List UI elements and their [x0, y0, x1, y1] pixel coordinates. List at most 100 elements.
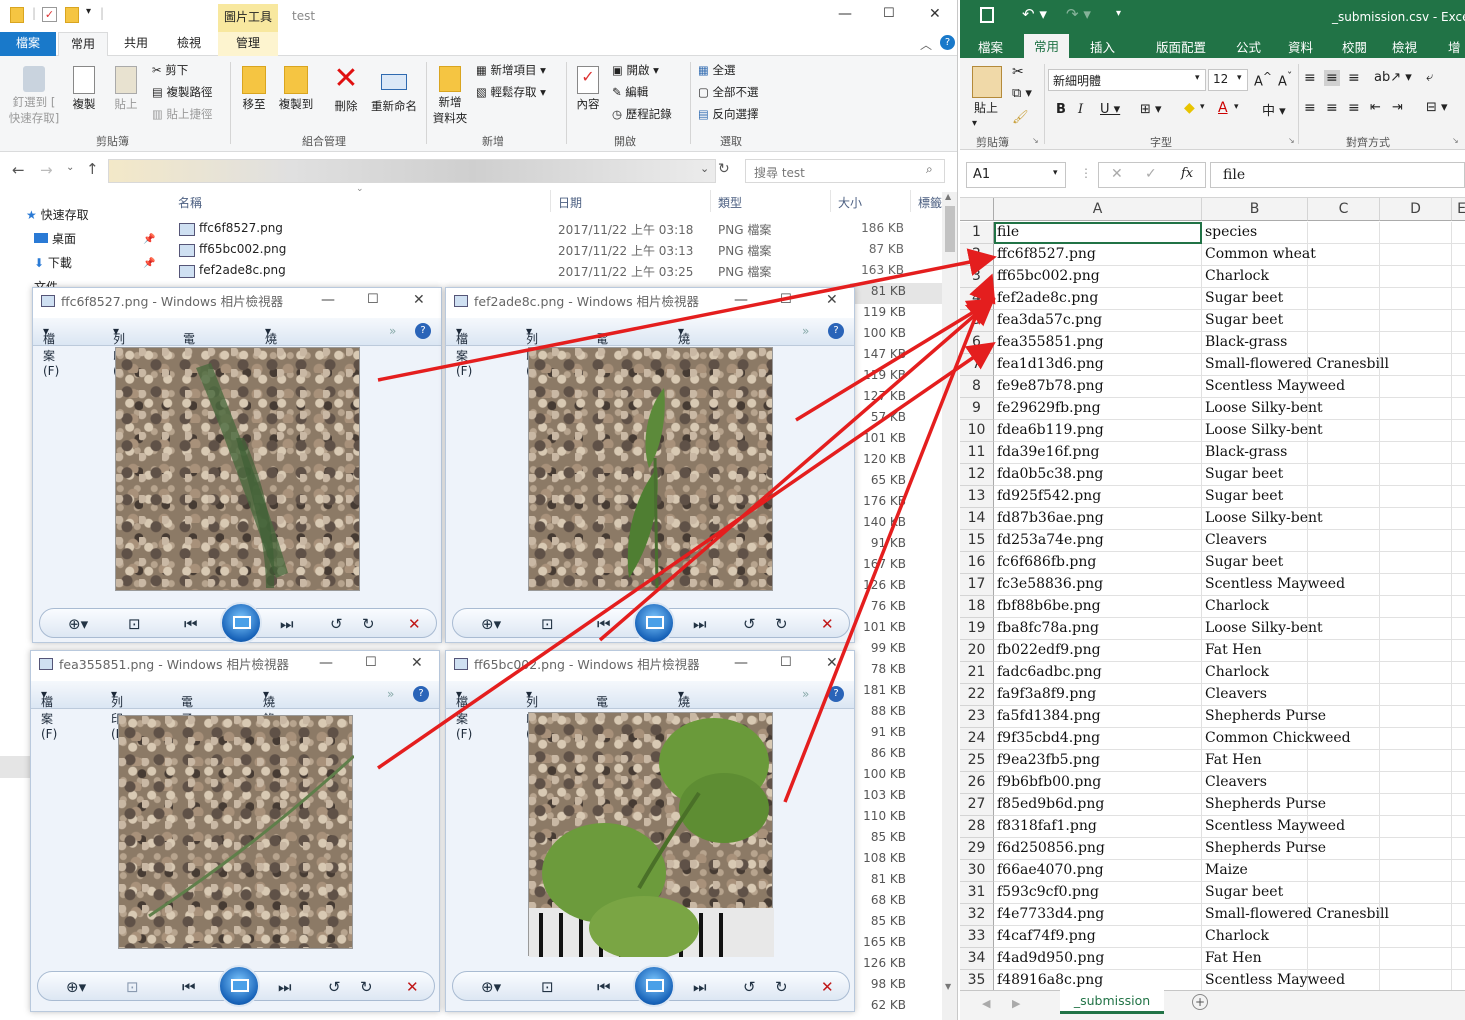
pin-quick-access-button[interactable]: 釘選到 [ 快速存取]: [6, 66, 62, 126]
row-header[interactable]: 27: [960, 794, 994, 816]
cell-file[interactable]: fdea6b119.png: [994, 420, 1202, 442]
cell-empty[interactable]: [1452, 486, 1465, 508]
zoom-icon[interactable]: ⊕▾: [481, 615, 501, 633]
cell-file[interactable]: fba8fc78a.png: [994, 618, 1202, 640]
row-header[interactable]: 12: [960, 464, 994, 486]
cell-species[interactable]: Sugar beet: [1202, 552, 1308, 574]
cell-empty[interactable]: [1380, 332, 1452, 354]
file-row[interactable]: ffc6f8527.png 2017/11/22 上午 03:18 PNG 檔案…: [176, 220, 916, 241]
undo-icon[interactable]: ↶ ▾: [1022, 5, 1047, 23]
help-icon[interactable]: ?: [413, 686, 429, 702]
nav-downloads[interactable]: ⬇ 下載: [34, 254, 72, 271]
cell-species[interactable]: Loose Silky-bent: [1202, 398, 1323, 420]
cell-empty[interactable]: [1380, 486, 1452, 508]
cell-empty[interactable]: [1452, 640, 1465, 662]
menu-file[interactable]: 檔案(F) ▾: [41, 687, 57, 741]
quick-access-dropdown-icon[interactable]: ▾: [86, 6, 91, 17]
cell-empty[interactable]: [1380, 772, 1452, 794]
cancel-icon[interactable]: ✕: [1111, 166, 1123, 182]
cell-empty[interactable]: [1308, 684, 1380, 706]
cell-species[interactable]: Small-flowered Cranesbill: [1202, 904, 1389, 926]
cell-empty[interactable]: [1308, 376, 1380, 398]
row-header[interactable]: 32: [960, 904, 994, 926]
wrap-text-icon[interactable]: ⤶: [1426, 70, 1433, 85]
help-icon[interactable]: ?: [828, 686, 844, 702]
column-header-E[interactable]: E: [1452, 198, 1465, 221]
cell-species[interactable]: Charlock: [1202, 266, 1308, 288]
cell-empty[interactable]: [1380, 530, 1452, 552]
menu-burn[interactable]: 燒錄(U) ▾: [678, 324, 696, 378]
paste-label[interactable]: 貼上: [974, 99, 998, 116]
merge-center-icon[interactable]: ⊟ ▾: [1426, 100, 1448, 115]
align-right-icon[interactable]: ≡: [1348, 100, 1360, 116]
cell-file[interactable]: fda0b5c38.png: [994, 464, 1202, 486]
file-row[interactable]: fef2ade8c.png 2017/11/22 上午 03:25 PNG 檔案…: [176, 262, 916, 283]
cell-species[interactable]: Loose Silky-bent: [1202, 420, 1323, 442]
row-header[interactable]: 10: [960, 420, 994, 442]
rotate-right-icon[interactable]: ↻: [360, 978, 373, 996]
insert-function-icon[interactable]: fx: [1181, 166, 1193, 181]
excel-tab-0[interactable]: 檔案: [978, 37, 1003, 56]
maximize-button[interactable]: ☐: [367, 292, 379, 307]
cell-file[interactable]: fd925f542.png: [994, 486, 1202, 508]
increase-indent-icon[interactable]: ⇥: [1392, 100, 1403, 115]
underline-icon[interactable]: U ▾: [1100, 102, 1120, 117]
cell-empty[interactable]: [1308, 794, 1380, 816]
maximize-button[interactable]: ☐: [780, 655, 792, 670]
row-header[interactable]: 11: [960, 442, 994, 464]
cell-species[interactable]: Sugar beet: [1202, 288, 1308, 310]
menu-print[interactable]: 列印(P) ▾: [526, 687, 543, 741]
more-chevron-icon[interactable]: »: [389, 324, 396, 338]
cell-empty[interactable]: [1308, 728, 1380, 750]
cell-file[interactable]: f8318faf1.png: [994, 816, 1202, 838]
row-header[interactable]: 34: [960, 948, 994, 970]
cell-empty[interactable]: [1308, 552, 1380, 574]
cell-file[interactable]: fa9f3a8f9.png: [994, 684, 1202, 706]
rotate-right-icon[interactable]: ↻: [775, 978, 788, 996]
row-header[interactable]: 8: [960, 376, 994, 398]
row-header[interactable]: 16: [960, 552, 994, 574]
row-header[interactable]: 5: [960, 310, 994, 332]
close-button[interactable]: ✕: [413, 292, 425, 308]
spreadsheet-grid[interactable]: A B C D E 1 file species 2 ffc6f8527.png Common wh…: [960, 198, 1465, 992]
cell-empty[interactable]: [1380, 860, 1452, 882]
cell-empty[interactable]: [1380, 574, 1452, 596]
invert-selection-button[interactable]: ▤ 反向選擇: [698, 106, 759, 122]
slideshow-button[interactable]: [218, 965, 260, 1007]
cell-empty[interactable]: [1308, 288, 1380, 310]
cell-empty[interactable]: [1380, 442, 1452, 464]
cell-empty[interactable]: [1380, 838, 1452, 860]
rotate-right-icon[interactable]: ↻: [775, 615, 788, 633]
row-header[interactable]: 28: [960, 816, 994, 838]
file-row[interactable]: ff65bc002.png 2017/11/22 上午 03:13 PNG 檔案…: [176, 241, 916, 262]
cell-species[interactable]: Sugar beet: [1202, 486, 1308, 508]
align-top-icon[interactable]: ≡: [1304, 70, 1316, 86]
cell-empty[interactable]: [1452, 706, 1465, 728]
next-icon[interactable]: ⏭: [693, 615, 707, 633]
help-icon[interactable]: ?: [940, 35, 955, 50]
save-icon[interactable]: [980, 7, 994, 23]
cell-empty[interactable]: [1308, 640, 1380, 662]
actual-size-icon[interactable]: ⊡: [541, 615, 554, 633]
cell-empty[interactable]: [1452, 398, 1465, 420]
cell-species[interactable]: Cleavers: [1202, 530, 1308, 552]
cell-empty[interactable]: [1380, 552, 1452, 574]
more-chevron-icon[interactable]: »: [802, 324, 809, 338]
close-button[interactable]: ✕: [826, 655, 838, 671]
cell-species[interactable]: Black-grass: [1202, 332, 1308, 354]
minimize-button[interactable]: —: [734, 292, 748, 308]
cell-empty[interactable]: [1380, 354, 1452, 376]
cell-empty[interactable]: [1308, 332, 1380, 354]
paste-icon[interactable]: [972, 66, 1002, 98]
cell-empty[interactable]: [1452, 288, 1465, 310]
minimize-button[interactable]: —: [838, 6, 852, 22]
delete-button[interactable]: ✕ 刪除: [326, 64, 366, 114]
paste-dropdown-icon[interactable]: ▾: [972, 118, 977, 129]
row-header[interactable]: 15: [960, 530, 994, 552]
maximize-button[interactable]: ☐: [883, 6, 895, 21]
excel-tab-5[interactable]: 資料: [1288, 37, 1313, 56]
up-arrow-icon[interactable]: ↑: [86, 160, 99, 178]
select-none-button[interactable]: ▢ 全部不選: [698, 84, 759, 100]
maximize-button[interactable]: ☐: [780, 292, 792, 307]
cell-empty[interactable]: [1452, 882, 1465, 904]
